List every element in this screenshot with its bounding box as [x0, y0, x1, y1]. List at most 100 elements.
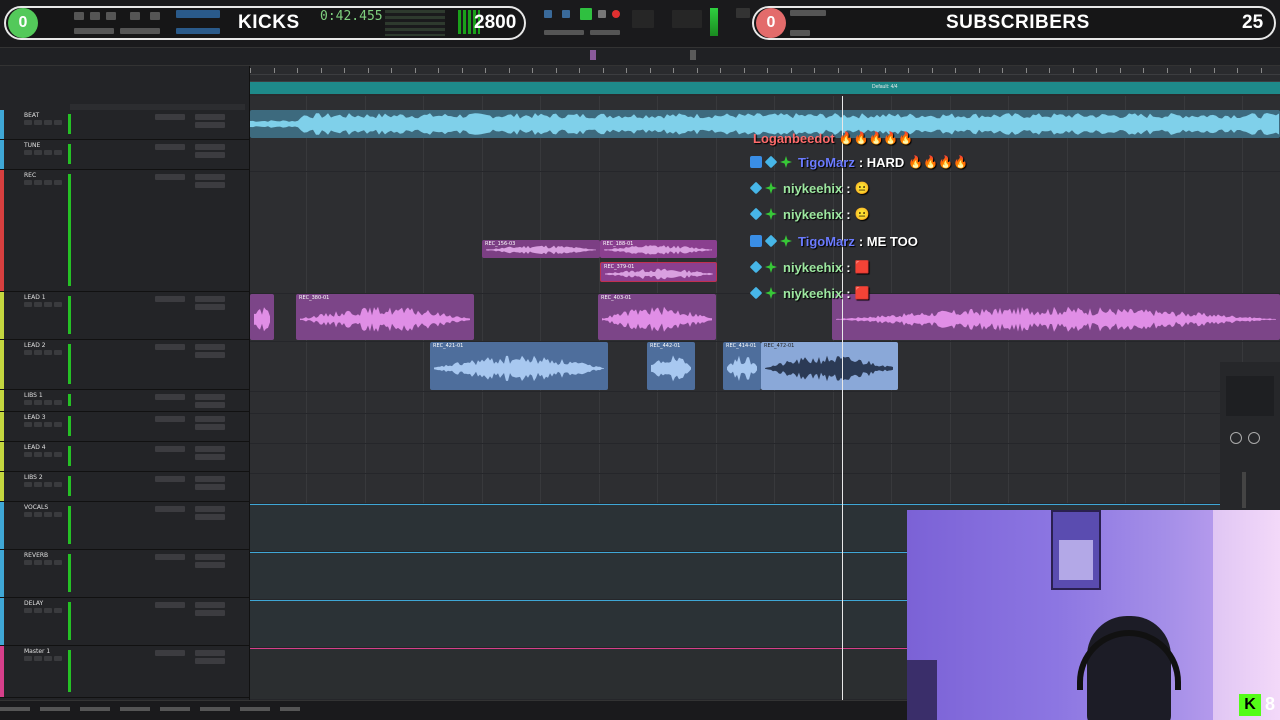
- io-slot[interactable]: [195, 152, 225, 158]
- track-button[interactable]: [44, 400, 52, 405]
- track-button[interactable]: [54, 422, 62, 427]
- io-slot[interactable]: [195, 122, 225, 128]
- track-button[interactable]: [54, 656, 62, 661]
- record-icon[interactable]: [612, 10, 620, 18]
- knob-icon[interactable]: [1230, 432, 1242, 444]
- lead1-clip[interactable]: REC_403-01: [598, 294, 716, 340]
- track-button[interactable]: [54, 120, 62, 125]
- track-button[interactable]: [44, 608, 52, 613]
- io-slot[interactable]: [195, 658, 225, 664]
- track-header[interactable]: DELAY: [0, 598, 250, 646]
- lead2-clip[interactable]: REC_421-01: [430, 342, 608, 390]
- track-header[interactable]: Master 1: [0, 646, 250, 698]
- insert-slot[interactable]: [155, 394, 185, 400]
- grid-icon[interactable]: [736, 8, 750, 18]
- insert-slot[interactable]: [155, 114, 185, 120]
- insert-slot[interactable]: [155, 554, 185, 560]
- tool-icon[interactable]: [130, 12, 140, 20]
- track-button[interactable]: [34, 452, 42, 457]
- track-button[interactable]: [54, 608, 62, 613]
- loop-icon[interactable]: [580, 8, 592, 20]
- track-button[interactable]: [54, 180, 62, 185]
- lane-lead-4[interactable]: [250, 444, 1280, 474]
- insert-slot[interactable]: [155, 602, 185, 608]
- insert-slot[interactable]: [155, 476, 185, 482]
- track-button[interactable]: [34, 180, 42, 185]
- track-button[interactable]: [44, 482, 52, 487]
- io-slot[interactable]: [195, 296, 225, 302]
- rec-clip[interactable]: REC_156-03: [482, 240, 600, 258]
- insert-slot[interactable]: [155, 506, 185, 512]
- io-slot[interactable]: [195, 484, 225, 490]
- track-button[interactable]: [24, 350, 32, 355]
- grid-icon[interactable]: [176, 10, 220, 18]
- nudge-icon[interactable]: [790, 30, 810, 36]
- track-button[interactable]: [24, 400, 32, 405]
- track-button[interactable]: [34, 350, 42, 355]
- track-button[interactable]: [24, 560, 32, 565]
- track-header[interactable]: LIBS 1: [0, 390, 250, 412]
- track-header[interactable]: LIBS 2: [0, 472, 250, 502]
- track-header[interactable]: LEAD 4: [0, 442, 250, 472]
- rec-clip[interactable]: REC_379-01: [600, 262, 717, 282]
- insert-slot[interactable]: [155, 144, 185, 150]
- nudge-icon[interactable]: [790, 10, 826, 16]
- track-button[interactable]: [44, 180, 52, 185]
- track-button[interactable]: [24, 452, 32, 457]
- insert-slot[interactable]: [155, 446, 185, 452]
- track-button[interactable]: [24, 150, 32, 155]
- forward-icon[interactable]: [590, 30, 620, 35]
- io-slot[interactable]: [195, 304, 225, 310]
- track-button[interactable]: [24, 608, 32, 613]
- track-button[interactable]: [54, 482, 62, 487]
- marker-ruler[interactable]: Default: 4/4: [250, 82, 1280, 94]
- play-icon[interactable]: [544, 10, 552, 18]
- track-button[interactable]: [44, 656, 52, 661]
- io-slot[interactable]: [195, 562, 225, 568]
- io-slot[interactable]: [195, 352, 225, 358]
- io-slot[interactable]: [195, 416, 225, 422]
- track-button[interactable]: [34, 422, 42, 427]
- track-button[interactable]: [24, 656, 32, 661]
- lead2-clip[interactable]: REC_442-01: [647, 342, 695, 390]
- io-slot[interactable]: [195, 114, 225, 120]
- track-button[interactable]: [34, 400, 42, 405]
- track-num-icon[interactable]: [74, 28, 114, 34]
- track-button[interactable]: [24, 180, 32, 185]
- io-slot[interactable]: [195, 446, 225, 452]
- tool-icon[interactable]: [150, 12, 160, 20]
- insert-slot[interactable]: [155, 174, 185, 180]
- track-header[interactable]: LEAD 3: [0, 412, 250, 442]
- lane-libs-2[interactable]: [250, 474, 1280, 504]
- track-button[interactable]: [54, 150, 62, 155]
- track-header[interactable]: LEAD 1: [0, 292, 250, 340]
- track-button[interactable]: [54, 560, 62, 565]
- io-slot[interactable]: [195, 424, 225, 430]
- io-slot[interactable]: [195, 650, 225, 656]
- forward-icon[interactable]: [90, 12, 100, 20]
- track-button[interactable]: [24, 120, 32, 125]
- track-button[interactable]: [44, 350, 52, 355]
- io-slot[interactable]: [195, 344, 225, 350]
- knob-icon[interactable]: [1248, 432, 1260, 444]
- insert-slot[interactable]: [155, 650, 185, 656]
- io-slot[interactable]: [195, 610, 225, 616]
- lane-lead-3[interactable]: [250, 414, 1280, 444]
- track-header[interactable]: REC: [0, 170, 250, 292]
- track-button[interactable]: [44, 512, 52, 517]
- track-button[interactable]: [34, 482, 42, 487]
- lead1-clip[interactable]: REC_380-01: [296, 294, 474, 340]
- lead2-clip[interactable]: REC_414-01: [723, 342, 761, 390]
- track-button[interactable]: [54, 452, 62, 457]
- track-button[interactable]: [44, 302, 52, 307]
- track-header[interactable]: VOCALS: [0, 502, 250, 550]
- insert-slot[interactable]: [155, 296, 185, 302]
- track-button[interactable]: [54, 512, 62, 517]
- track-button[interactable]: [44, 452, 52, 457]
- lane-libs-1[interactable]: [250, 392, 1280, 414]
- track-button[interactable]: [34, 150, 42, 155]
- io-slot[interactable]: [195, 506, 225, 512]
- insert-slot[interactable]: [155, 416, 185, 422]
- stop-icon[interactable]: [562, 10, 570, 18]
- track-button[interactable]: [34, 302, 42, 307]
